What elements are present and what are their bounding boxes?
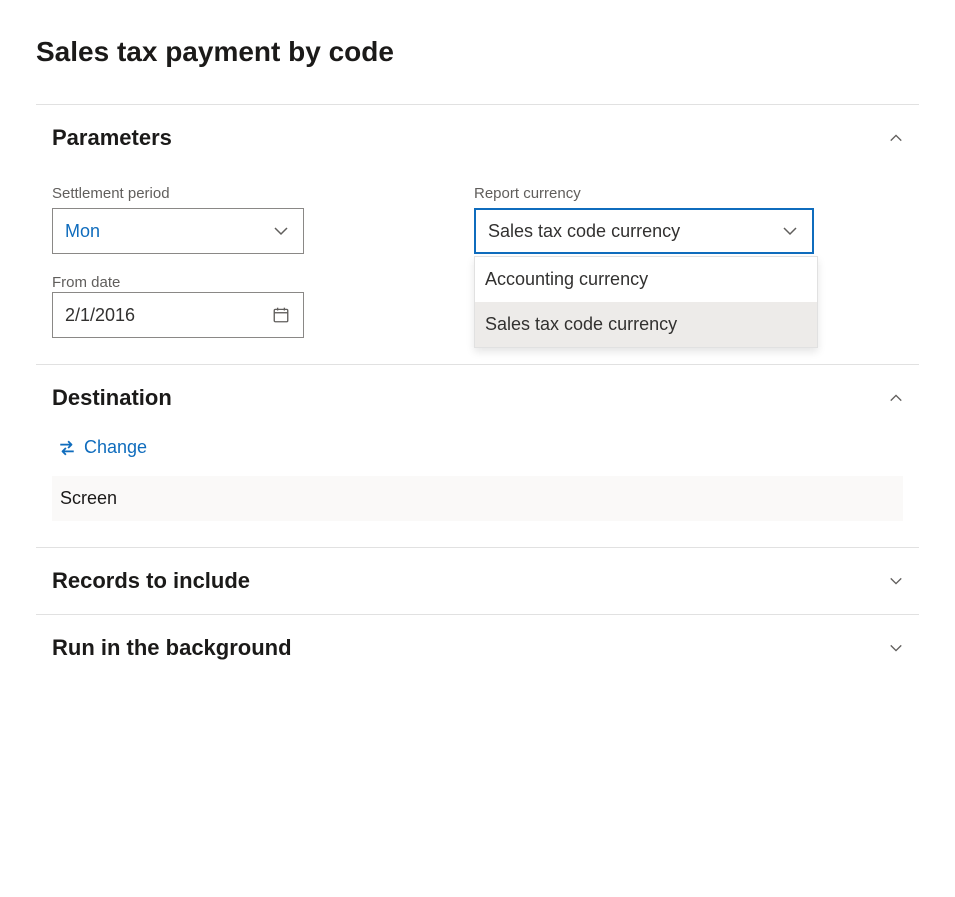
page-title: Sales tax payment by code [36,36,919,68]
section-parameters-header[interactable]: Parameters [36,105,919,171]
section-records-title: Records to include [52,568,250,594]
section-destination-title: Destination [52,385,172,411]
report-currency-dropdown: Accounting currency Sales tax code curre… [474,256,818,348]
chevron-down-icon [780,221,800,241]
section-parameters: Parameters Settlement period Mon F [36,104,919,364]
change-destination-link[interactable]: Change [58,437,147,458]
section-destination: Destination Change Screen [36,364,919,547]
change-destination-label: Change [84,437,147,458]
section-background: Run in the background [36,614,919,681]
section-records-header[interactable]: Records to include [36,548,919,614]
field-report-currency: Report currency Sales tax code currency … [474,185,814,338]
chevron-up-icon [889,131,903,145]
dropdown-option-accounting[interactable]: Accounting currency [475,257,817,302]
from-date-input[interactable]: 2/1/2016 [52,292,304,338]
from-date-label: From date [52,274,120,291]
from-date-value: 2/1/2016 [65,305,271,326]
section-destination-header[interactable]: Destination [36,365,919,431]
section-background-header[interactable]: Run in the background [36,615,919,681]
chevron-down-icon [889,641,903,655]
destination-value: Screen [52,476,903,521]
field-settlement-period: Settlement period Mon From date 2/1/2016 [52,185,304,338]
chevron-down-icon [889,574,903,588]
settlement-period-value: Mon [65,221,271,242]
swap-icon [58,439,76,457]
section-records: Records to include [36,547,919,614]
calendar-icon [271,305,291,325]
section-parameters-title: Parameters [52,125,172,151]
dropdown-option-sales-tax-code[interactable]: Sales tax code currency [475,302,817,347]
settlement-period-select[interactable]: Mon [52,208,304,254]
chevron-down-icon [271,221,291,241]
chevron-up-icon [889,391,903,405]
report-currency-label: Report currency [474,185,814,202]
settlement-period-label: Settlement period [52,185,304,202]
report-currency-select[interactable]: Sales tax code currency Accounting curre… [474,208,814,254]
section-background-title: Run in the background [52,635,292,661]
report-currency-value: Sales tax code currency [488,221,780,242]
